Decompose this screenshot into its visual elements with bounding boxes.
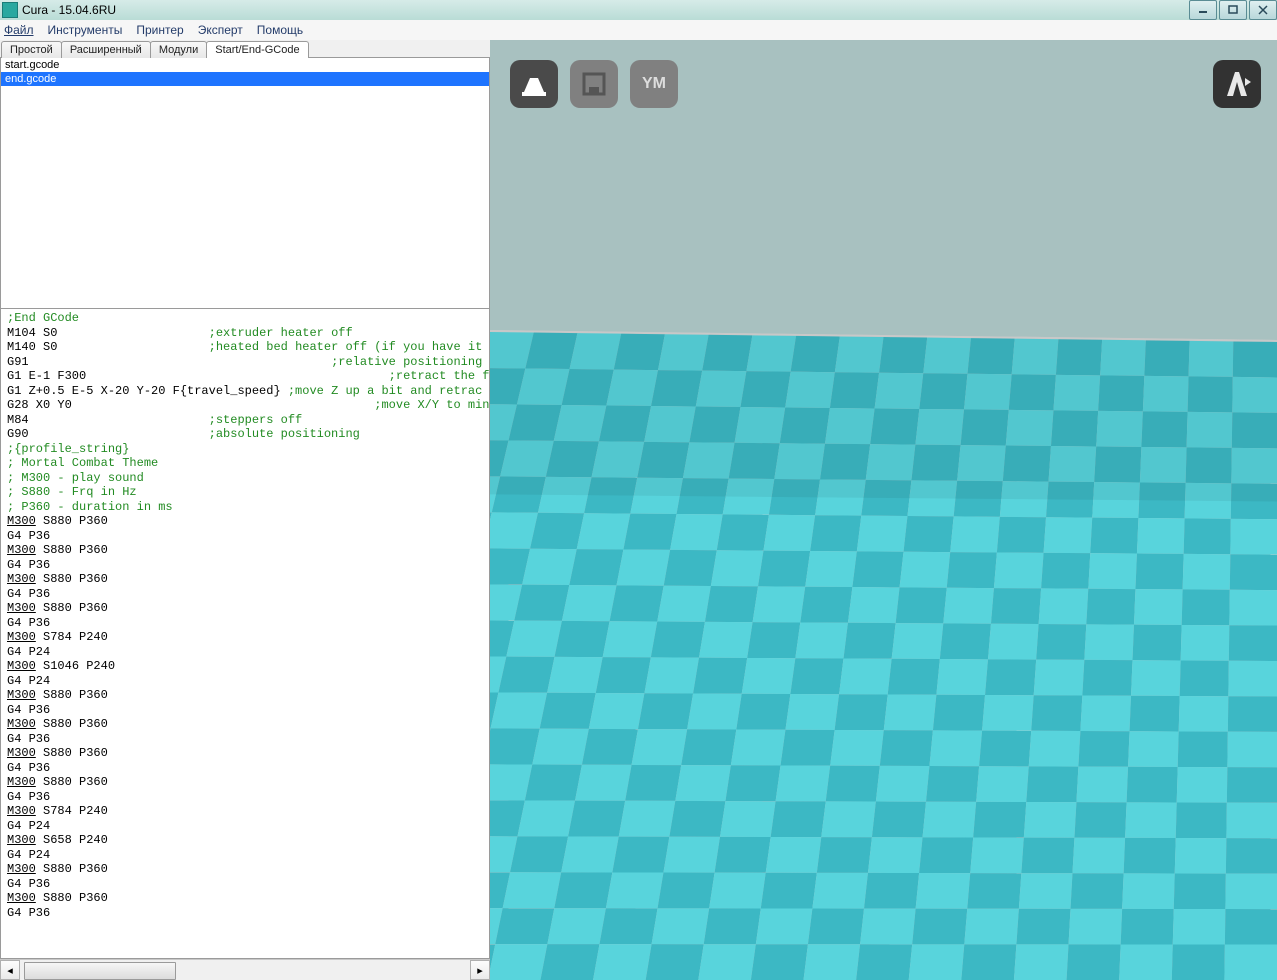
minimize-button[interactable] — [1189, 0, 1217, 20]
menu-help[interactable]: Помощь — [257, 23, 303, 37]
scroll-thumb[interactable] — [24, 962, 176, 980]
menu-file[interactable]: Файл — [4, 23, 34, 37]
menu-expert[interactable]: Эксперт — [198, 23, 243, 37]
menu-tools[interactable]: Инструменты — [48, 23, 123, 37]
title-bar: Cura - 15.04.6RU — [0, 0, 1277, 20]
tab-simple[interactable]: Простой — [1, 41, 62, 58]
gcode-editor[interactable]: ;End GCode M104 S0 ;extruder heater off … — [0, 309, 490, 959]
window-title: Cura - 15.04.6RU — [22, 3, 116, 17]
editor-horizontal-scrollbar[interactable]: ◂ ▸ — [0, 959, 490, 980]
viewport-toolbar: YM — [510, 60, 678, 108]
menu-printer[interactable]: Принтер — [136, 23, 183, 37]
scroll-right-arrow-icon[interactable]: ▸ — [470, 960, 490, 980]
close-button[interactable] — [1249, 0, 1277, 20]
maximize-button[interactable] — [1219, 0, 1247, 20]
ym-label: YM — [642, 75, 666, 93]
app-icon — [2, 2, 18, 18]
content-area: Простой Расширенный Модули Start/End-GCo… — [0, 40, 1277, 980]
menu-bar: Файл Инструменты Принтер Эксперт Помощь — [0, 20, 1277, 41]
file-start-gcode[interactable]: start.gcode — [1, 58, 489, 72]
scroll-track[interactable] — [20, 961, 470, 979]
tab-advanced[interactable]: Расширенный — [61, 41, 151, 58]
build-volume — [490, 40, 1277, 980]
scroll-left-arrow-icon[interactable]: ◂ — [0, 960, 20, 980]
print-button[interactable] — [570, 60, 618, 108]
youmagine-button[interactable]: YM — [630, 60, 678, 108]
load-model-button[interactable] — [510, 60, 558, 108]
view-mode-button[interactable] — [1213, 60, 1261, 108]
tab-modules[interactable]: Модули — [150, 41, 207, 58]
settings-tabs: Простой Расширенный Модули Start/End-GCo… — [0, 40, 490, 58]
gcode-file-list[interactable]: start.gcode end.gcode — [0, 57, 490, 309]
window-controls — [1187, 0, 1277, 20]
file-end-gcode[interactable]: end.gcode — [1, 72, 489, 86]
tab-start-end-gcode[interactable]: Start/End-GCode — [206, 41, 308, 58]
3d-viewport[interactable]: YM — [490, 40, 1277, 980]
left-pane: Простой Расширенный Модули Start/End-GCo… — [0, 40, 490, 980]
gcode-editor-content[interactable]: ;End GCode M104 S0 ;extruder heater off … — [1, 309, 489, 958]
